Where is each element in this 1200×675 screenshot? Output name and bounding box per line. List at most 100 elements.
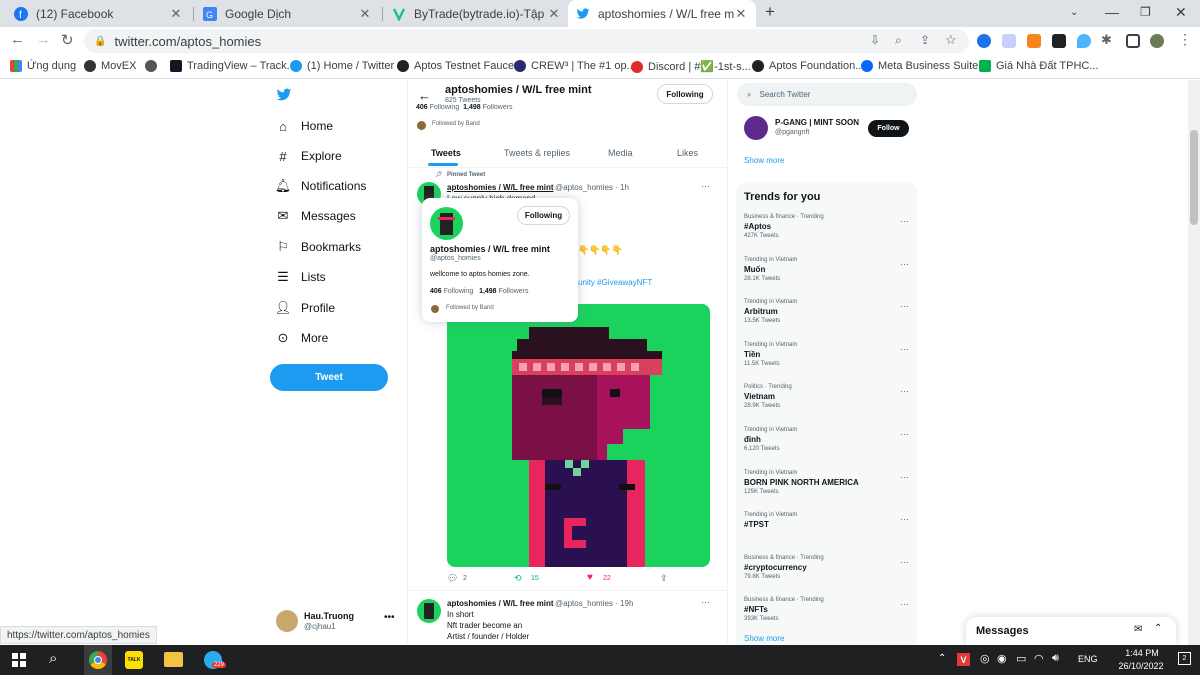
network-icon[interactable]: ▭ <box>1016 652 1026 665</box>
trend-item[interactable]: Trending in Vietnam Tiền 11.5K Tweets ··· <box>744 342 909 367</box>
forward-icon[interactable]: → <box>36 31 51 48</box>
trend-item[interactable]: Business & finance · Trending #NFTs 393K T… <box>744 597 909 622</box>
tweet-more-icon[interactable]: ··· <box>701 597 710 607</box>
tab-media[interactable]: Media <box>608 148 633 158</box>
twitter-logo-icon[interactable] <box>276 88 292 105</box>
extensions-puzzle-icon[interactable]: ✱ <box>1101 32 1112 48</box>
tab-tweets[interactable]: Tweets <box>431 148 461 158</box>
share-icon[interactable]: ⇪ <box>660 573 668 584</box>
menu-icon[interactable]: ⋮ <box>1178 31 1192 48</box>
tab-facebook[interactable]: f (12) Facebook ✕ <box>6 0 191 27</box>
bookmark-crew3[interactable]: CREW³ | The #1 op... <box>514 60 636 72</box>
trend-more-icon[interactable]: ··· <box>900 216 909 226</box>
wifi-icon[interactable]: ◠ <box>1034 652 1044 665</box>
trend-item[interactable]: Trending in Vietnam Muốn 28.1K Tweets ··· <box>744 257 909 282</box>
tweet-author-name[interactable]: aptoshomies / W/L free mint <box>447 183 554 192</box>
account-more-icon[interactable]: ••• <box>384 612 395 623</box>
close-icon[interactable]: ✕ <box>547 6 561 22</box>
trend-more-icon[interactable]: ··· <box>900 301 909 311</box>
hovercard-following-button[interactable]: Following <box>517 206 570 225</box>
trend-more-icon[interactable]: ··· <box>900 259 909 269</box>
trend-item[interactable]: Business & finance · Trending #cryptocurr… <box>744 555 909 580</box>
new-tab-button[interactable]: + <box>765 2 775 22</box>
like-heart-icon[interactable]: ♥ <box>587 572 593 583</box>
reload-icon[interactable]: ↻ <box>61 31 74 49</box>
nav-explore[interactable]: # Explore <box>275 148 341 164</box>
bookmark-tradingview[interactable]: TradingView – Track... <box>170 60 296 72</box>
page-scrollbar[interactable] <box>1188 80 1200 645</box>
trend-more-icon[interactable]: ··· <box>900 429 909 439</box>
extension-icon[interactable] <box>977 34 991 48</box>
window-close-button[interactable]: ✕ <box>1175 4 1187 21</box>
minimize-button[interactable]: — <box>1105 4 1119 20</box>
bookmark-aptos-foundation[interactable]: Aptos Foundation... <box>752 60 864 72</box>
hovercard-name[interactable]: aptoshomies / W/L free mint <box>430 244 550 254</box>
tab-tweets-replies[interactable]: Tweets & replies <box>504 148 570 158</box>
trend-more-icon[interactable]: ··· <box>900 472 909 482</box>
extension-icon[interactable] <box>1052 34 1066 48</box>
tweet-author-name[interactable]: aptoshomies / W/L free mint <box>447 599 554 608</box>
tweet-hashtags[interactable]: unity #GiveawayNFT <box>578 278 652 287</box>
hovercard-followed-by[interactable]: Followed by Band <box>446 305 494 311</box>
bookmark-meta-business[interactable]: Meta Business Suite <box>861 60 978 72</box>
chevron-up-icon[interactable]: ⌃ <box>1154 623 1162 634</box>
extension-icon[interactable] <box>1077 34 1091 48</box>
maximize-button[interactable]: ❐ <box>1140 5 1151 19</box>
bookmark-globe[interactable] <box>145 60 162 72</box>
nav-profile[interactable]: 👤︎ Profile <box>275 300 335 316</box>
nav-bookmarks[interactable]: ⚐ Bookmarks <box>275 239 361 255</box>
windows-start-icon[interactable] <box>12 653 26 670</box>
hovercard-followers-count[interactable]: 1,498 <box>479 288 497 295</box>
followed-by-text[interactable]: Followed by Band <box>432 121 480 127</box>
kakaotalk-icon[interactable]: TALK <box>125 651 143 669</box>
new-message-icon[interactable]: ✉ <box>1134 624 1142 635</box>
nft-image[interactable] <box>447 304 710 567</box>
nav-messages[interactable]: ✉ Messages <box>275 208 356 224</box>
language-indicator[interactable]: ENG <box>1078 654 1098 664</box>
trend-more-icon[interactable]: ··· <box>900 599 909 609</box>
tweet-button[interactable]: Tweet <box>270 364 388 391</box>
nav-home[interactable]: ⌂ Home <box>275 118 333 134</box>
tray-icon[interactable]: ◎ <box>980 652 990 665</box>
metamask-icon[interactable] <box>1027 34 1041 48</box>
install-icon[interactable]: ⇩ <box>870 33 880 47</box>
clock-time[interactable]: 1:44 PM <box>1114 648 1170 658</box>
trend-more-icon[interactable]: ··· <box>900 557 909 567</box>
suggest-avatar[interactable] <box>744 116 768 140</box>
antivirus-icon[interactable]: V <box>957 653 970 666</box>
tab-search-icon[interactable]: ⌄ <box>1070 7 1078 18</box>
trend-item[interactable]: Trending in Vietnam BORN PINK NORTH AMERI… <box>744 470 909 495</box>
share-icon[interactable]: ⇪ <box>920 33 930 47</box>
messages-drawer[interactable]: Messages ✉ ⌃ <box>966 617 1176 645</box>
close-icon[interactable]: ✕ <box>358 6 372 22</box>
hovercard-following-count[interactable]: 406 <box>430 288 442 295</box>
retweet-icon[interactable]: ⟲ <box>514 573 522 584</box>
tab-google-translate[interactable]: G Google Dịch ✕ <box>195 0 380 27</box>
trends-show-more-link[interactable]: Show more <box>744 634 784 643</box>
back-arrow-icon[interactable]: ← <box>418 88 431 103</box>
trend-more-icon[interactable]: ··· <box>900 344 909 354</box>
close-icon[interactable]: ✕ <box>734 6 748 22</box>
nav-more[interactable]: ⊙ More <box>275 330 329 346</box>
address-bar[interactable]: 🔒 twitter.com/aptos_homies <box>84 29 969 53</box>
clock-date[interactable]: 26/10/2022 <box>1106 661 1176 671</box>
notification-center-icon[interactable]: 2 <box>1178 652 1191 665</box>
tab-bytrade[interactable]: ByTrade(bytrade.io)-Tập trung và ✕ <box>384 0 569 27</box>
following-button[interactable]: Following <box>657 84 713 104</box>
follow-button[interactable]: Follow <box>868 120 909 137</box>
nav-lists[interactable]: ☰ Lists <box>275 269 326 285</box>
trend-more-icon[interactable]: ··· <box>900 514 909 524</box>
bookmark-aptos-faucet[interactable]: Aptos Testnet Faucet <box>397 60 517 72</box>
search-icon[interactable]: ⌕ <box>49 650 57 667</box>
trend-item[interactable]: Politics · Trending Vietnam 28.9K Tweets ··… <box>744 384 909 409</box>
tab-twitter[interactable]: aptoshomies / W/L free mint (@a ✕ <box>568 0 756 27</box>
trend-item[interactable]: Trending in Vietnam đỉnh 6,120 Tweets ··· <box>744 427 909 452</box>
side-panel-icon[interactable] <box>1126 34 1140 48</box>
tray-icon[interactable]: ◉ <box>997 652 1007 665</box>
tab-likes[interactable]: Likes <box>677 148 698 158</box>
nav-notifications[interactable]: 🔔︎ Notifications <box>275 178 367 194</box>
file-explorer-icon[interactable] <box>164 652 183 667</box>
extension-icon[interactable] <box>1002 34 1016 48</box>
chrome-taskbar-button[interactable] <box>84 645 112 675</box>
reply-icon[interactable]: 💬︎ <box>447 573 458 584</box>
